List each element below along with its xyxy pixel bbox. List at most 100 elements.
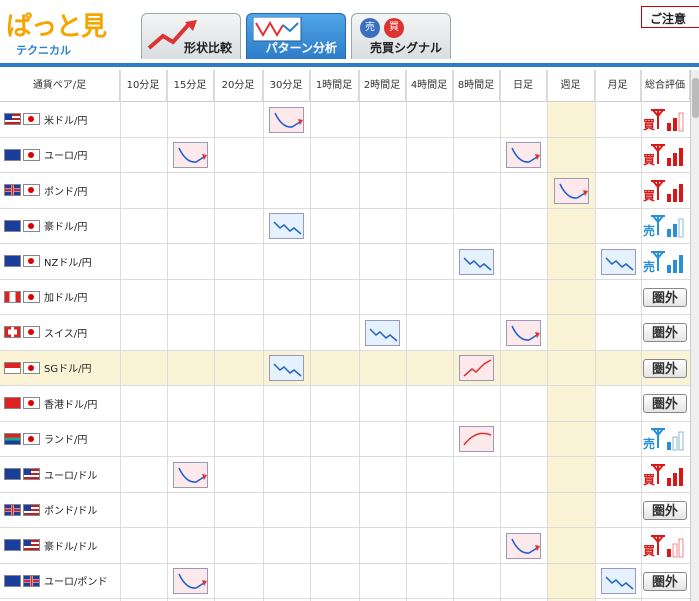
rating-buy-signal[interactable]: 買	[643, 107, 689, 133]
pattern-thumbnail[interactable]	[459, 426, 494, 453]
currency-pair-name[interactable]: NZドル/円	[44, 254, 92, 269]
pattern-thumbnail[interactable]	[459, 355, 494, 382]
table-row: ユーロ/円 買	[0, 138, 690, 173]
flag-au-icon	[4, 539, 21, 552]
currency-pair-name[interactable]: ユーロ/円	[44, 147, 87, 162]
currency-pair-name[interactable]: 豪ドル/ドル	[44, 538, 97, 553]
table-row: 豪ドル/円 売	[0, 209, 690, 244]
rating-buy-signal[interactable]: 買	[643, 142, 689, 168]
rating-sell-signal[interactable]: 売	[643, 426, 689, 452]
out-of-range-button[interactable]: 圏外	[643, 287, 687, 307]
logo-main-text: ぱっと見	[6, 12, 107, 42]
pattern-thumbnail[interactable]	[600, 248, 636, 275]
currency-pair-name[interactable]: ユーロ/ポンド	[44, 573, 107, 588]
currency-pair-name[interactable]: ユーロ/ドル	[44, 467, 97, 482]
logo[interactable]: ぱっと見 テクニカル	[4, 2, 114, 62]
flag-jp-icon	[23, 432, 40, 445]
column-header: 20分足	[214, 70, 263, 102]
pattern-thumbnail[interactable]	[173, 461, 208, 488]
table-row: 加ドル/円 圏外	[0, 280, 690, 315]
out-of-range-button[interactable]: 圏外	[643, 571, 687, 591]
scrollbar-thumb[interactable]	[692, 78, 699, 118]
column-header: 1時間足	[310, 70, 359, 102]
notice-link[interactable]: ご注意	[641, 6, 699, 28]
pattern-thumbnail[interactable]	[506, 532, 541, 559]
pattern-thumbnail[interactable]	[459, 248, 494, 275]
signal-antenna-icon	[651, 215, 684, 238]
rating-buy-signal[interactable]: 買	[643, 178, 689, 204]
flag-jp-icon	[23, 255, 40, 268]
out-of-range-button[interactable]: 圏外	[643, 394, 687, 414]
flag-sg-icon	[4, 361, 21, 374]
column-divider	[406, 70, 407, 601]
flag-jp-icon	[23, 184, 40, 197]
rating-buy-signal[interactable]: 買	[643, 462, 689, 488]
flag-jp-icon	[23, 326, 40, 339]
signal-antenna-icon	[651, 179, 683, 202]
pattern-thumbnail[interactable]	[269, 355, 304, 382]
out-of-range-button[interactable]: 圏外	[643, 500, 687, 520]
pattern-thumbnail[interactable]	[173, 568, 208, 595]
column-header: 週足	[547, 70, 595, 102]
currency-pair-name[interactable]: ランド/円	[44, 431, 87, 446]
signal-antenna-icon	[651, 250, 683, 273]
currency-pair-cell: スイス/円	[0, 315, 120, 350]
flag-gb-icon	[23, 574, 40, 587]
pattern-arc-red-icon	[463, 432, 492, 446]
pattern-thumbnail[interactable]	[365, 319, 400, 346]
column-header: 通貨ペア/足	[0, 70, 120, 102]
pattern-thumbnail[interactable]	[269, 106, 304, 133]
pattern-down-blue-icon	[369, 328, 398, 342]
buy-circle-icon: 買	[384, 18, 404, 38]
currency-pair-cell: 米ドル/円	[0, 102, 120, 137]
pattern-down-blue-icon	[604, 576, 633, 590]
table-row: ランド/円 売	[0, 422, 690, 457]
currency-pair-name[interactable]: 豪ドル/円	[44, 218, 87, 233]
pattern-thumbnail[interactable]	[173, 142, 208, 169]
column-divider	[214, 70, 215, 601]
signal-antenna-icon	[651, 463, 683, 486]
pattern-down-red-icon	[178, 147, 207, 164]
column-header: 日足	[500, 70, 547, 102]
currency-pair-cell: 香港ドル/円	[0, 386, 120, 421]
column-divider	[547, 70, 548, 601]
pattern-down-red-icon	[178, 573, 207, 590]
out-of-range-button[interactable]: 圏外	[643, 323, 687, 343]
rating-sell-signal[interactable]: 売	[643, 249, 689, 275]
pattern-thumbnail[interactable]	[506, 142, 541, 169]
flag-jp-icon	[23, 113, 40, 126]
scrollbar[interactable]	[690, 70, 699, 601]
signal-antenna-icon	[651, 534, 684, 558]
tab-trade-signal[interactable]: 売 買 売買シグナル	[351, 13, 451, 59]
currency-pair-name[interactable]: 米ドル/円	[44, 112, 87, 127]
flag-jp-icon	[23, 148, 40, 161]
column-divider	[595, 70, 596, 601]
flag-us-icon	[23, 468, 40, 481]
column-divider	[453, 70, 454, 601]
rating-sell-signal[interactable]: 売	[643, 213, 689, 239]
pattern-down-red-icon	[274, 112, 303, 128]
pattern-grid: 通貨ペア/足 10分足 15分足 20分足 30分足 1時間足 2時間足 4時間足 8時間足 日足…	[0, 70, 690, 601]
pattern-thumbnail[interactable]	[600, 568, 636, 595]
tab-pattern-analysis[interactable]: パターン分析	[246, 13, 346, 59]
pattern-thumbnail[interactable]	[506, 319, 541, 346]
flag-gb-icon	[4, 503, 21, 516]
table-row: ユーロ/ポンド 圏外	[0, 564, 690, 599]
currency-pair-name[interactable]: SGドル/円	[44, 360, 91, 375]
pattern-thumbnail[interactable]	[553, 177, 589, 204]
currency-pair-name[interactable]: 香港ドル/円	[44, 396, 97, 411]
currency-pair-name[interactable]: ポンド/ドル	[44, 502, 97, 517]
currency-pair-name[interactable]: ポンド/円	[44, 183, 87, 198]
column-header: 2時間足	[359, 70, 406, 102]
out-of-range-button[interactable]: 圏外	[643, 358, 687, 378]
tab-shape-compare[interactable]: 形状比較	[141, 13, 241, 59]
rating-buy-signal[interactable]: 買	[643, 533, 689, 559]
flag-za-icon	[4, 432, 21, 445]
currency-pair-name[interactable]: スイス/円	[44, 325, 87, 340]
tab-label: パターン分析	[265, 41, 337, 55]
currency-pair-cell: ポンド/ドル	[0, 493, 120, 528]
currency-pair-name[interactable]: 加ドル/円	[44, 289, 87, 304]
column-header: 10分足	[120, 70, 167, 102]
pattern-thumbnail[interactable]	[269, 213, 304, 240]
flag-jp-icon	[23, 290, 40, 303]
